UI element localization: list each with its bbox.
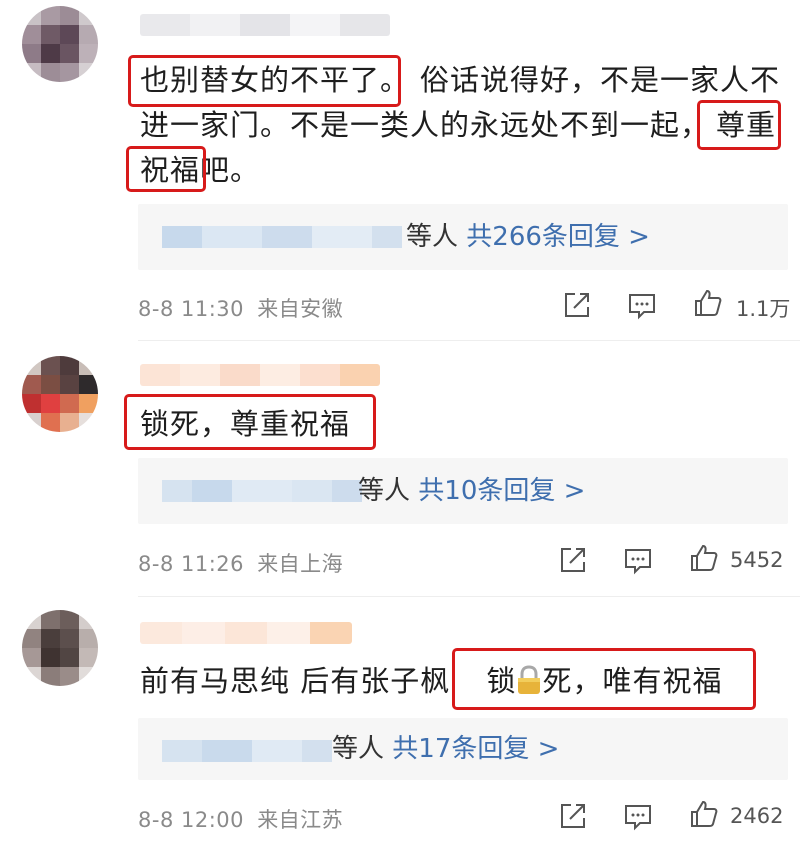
comment-icon[interactable]: [627, 291, 657, 321]
comment-meta: 8-8 11:30 来自安徽: [138, 293, 343, 323]
reply-users-blurred: [162, 226, 402, 248]
timestamp: 8-8 11:30: [138, 297, 244, 321]
username-blurred[interactable]: [140, 364, 380, 386]
highlight-box: [124, 394, 376, 450]
location: 来自江苏: [257, 808, 344, 832]
comment-3: 前有马思纯 后有张子枫 锁 死，唯有祝福 等人 共17条回复 > 8-8 12:…: [0, 596, 800, 847]
username-blurred[interactable]: [140, 14, 390, 36]
comment-meta: 8-8 11:26 来自上海: [138, 548, 343, 578]
timestamp: 8-8 11:26: [138, 552, 244, 576]
reply-users-blurred: [162, 740, 332, 762]
highlight-box: [128, 55, 401, 107]
avatar[interactable]: [22, 610, 98, 686]
share-icon[interactable]: [562, 290, 592, 320]
highlight-box: [126, 146, 206, 192]
comment-meta: 8-8 12:00 来自江苏: [138, 804, 343, 834]
replies-summary[interactable]: 等人 共10条回复 >: [358, 471, 585, 511]
comment-icon[interactable]: [623, 546, 653, 576]
comment-icon[interactable]: [623, 802, 653, 832]
share-icon[interactable]: [558, 545, 588, 575]
location: 来自上海: [257, 552, 344, 576]
location: 来自安徽: [257, 297, 344, 321]
highlight-box: [697, 100, 781, 150]
thumbs-up-icon[interactable]: [693, 288, 723, 318]
avatar[interactable]: [22, 6, 98, 82]
replies-preview[interactable]: 等人 共10条回复 >: [138, 458, 788, 524]
username-blurred[interactable]: [140, 622, 352, 644]
replies-preview[interactable]: 等人 共17条回复 >: [138, 718, 788, 780]
reply-users-blurred: [162, 480, 362, 502]
like-count: 2462: [730, 804, 784, 828]
replies-summary[interactable]: 等人 共266条回复 >: [406, 217, 650, 257]
like-count: 5452: [730, 548, 784, 572]
like-count: 1.1万: [736, 297, 791, 321]
thumbs-up-icon[interactable]: [689, 799, 719, 829]
timestamp: 8-8 12:00: [138, 808, 244, 832]
replies-summary[interactable]: 等人 共17条回复 >: [332, 729, 559, 769]
thumbs-up-icon[interactable]: [689, 543, 719, 573]
comment-2: 锁死，尊重祝福 等人 共10条回复 > 8-8 11:26 来自上海 5452: [0, 340, 800, 596]
share-icon[interactable]: [558, 801, 588, 831]
avatar[interactable]: [22, 356, 98, 432]
comment-1: 也别替女的不平了。 俗话说得好，不是一家人不 进一家门。不是一类人的永远处不到一起…: [0, 0, 800, 340]
replies-preview[interactable]: 等人 共266条回复 >: [138, 204, 788, 270]
highlight-box: [452, 648, 756, 710]
